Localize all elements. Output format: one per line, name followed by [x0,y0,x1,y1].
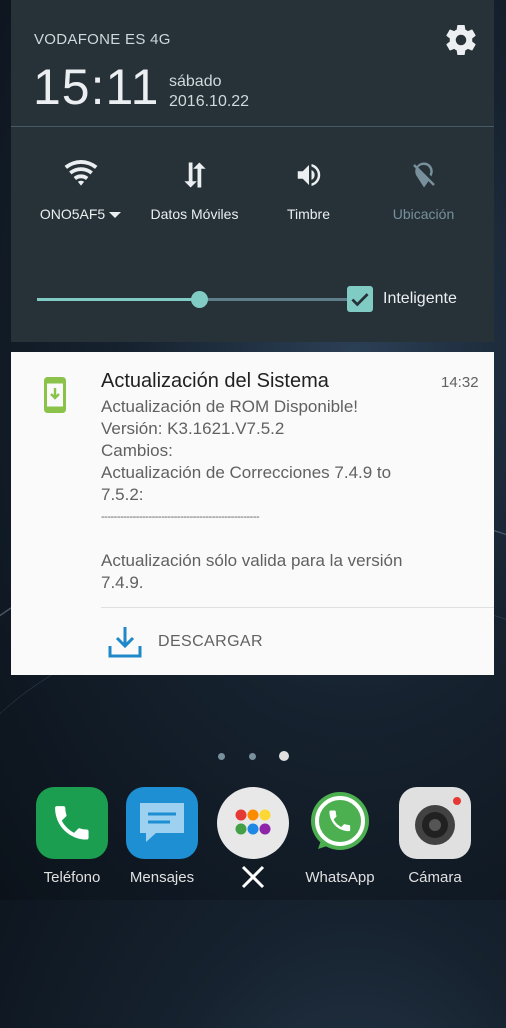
tile-label: ONO5AF5 [23,206,138,222]
brightness-fill [37,298,200,301]
notification-title: Actualización del Sistema [101,370,329,392]
notification-line: Cambios: [101,441,173,460]
tile-wifi[interactable]: ONO5AF5 [23,160,138,222]
page-indicator [218,751,298,761]
notification-line: 7.5.2: [101,485,144,504]
system-update-icon [44,377,66,413]
location-off-icon [412,162,435,188]
download-button[interactable]: DESCARGAR [158,633,263,651]
messages-icon [126,787,198,859]
notification-card[interactable]: Actualización del Sistema 14:32 Actualiz… [11,352,494,675]
tile-location-label: Ubicación [392,206,455,222]
tile-sound-label: Timbre [286,206,331,222]
dock-whatsapp[interactable]: WhatsApp [300,787,380,886]
notification-line: Actualización de Correcciones 7.4.9 to [101,463,392,482]
tile-location[interactable]: Ubicación [366,160,481,222]
notification-divider [101,607,494,608]
close-icon[interactable] [240,864,266,890]
phone-icon [36,787,108,859]
tile-sound[interactable]: Timbre [251,160,366,222]
panel-divider [11,126,494,127]
dock-phone-label: Teléfono [43,869,101,886]
carrier-label: VODAFONE ES 4G [34,31,171,48]
notification-body: Actualización de ROM Disponible! Versión… [101,396,471,594]
dock-camera[interactable]: Cámara [395,787,475,886]
download-icon[interactable] [107,624,143,660]
dock-whatsapp-label: WhatsApp [305,869,375,886]
date-block[interactable]: sábado 2016.10.22 [169,72,249,112]
tile-wifi-label: ONO5AF5 [39,206,106,222]
notification-line: 7.4.9. [101,573,144,592]
notification-line: ----------------------------------------… [101,511,260,523]
date-day: sábado [169,73,222,90]
check-icon [351,293,369,307]
dock-phone[interactable]: Teléfono [32,787,112,886]
brightness-thumb[interactable] [191,291,209,308]
notification-line: Versión: K3.1621.V7.5.2 [101,419,285,438]
dock-messages[interactable]: Mensajes [122,787,202,886]
clock-time[interactable]: 15:11 [33,58,159,116]
notification-line: Actualización de ROM Disponible! [101,397,359,416]
dock-messages-label: Mensajes [129,869,195,886]
notification-time: 14:32 [441,374,479,391]
notification-line [101,528,471,550]
brightness-slider[interactable] [37,291,355,308]
wifi-icon [64,160,97,186]
dock-camera-label: Cámara [408,869,462,886]
page-dot[interactable] [218,753,225,760]
page-dot-active[interactable] [279,751,289,761]
page-dot[interactable] [249,753,256,760]
mobile-data-icon [183,162,206,188]
auto-brightness-label: Inteligente [383,290,457,307]
quick-settings-panel: VODAFONE ES 4G 15:11 sábado 2016.10.22 O… [11,0,494,342]
auto-brightness-checkbox[interactable] [347,286,373,312]
chevron-down-icon[interactable] [109,212,122,219]
camera-icon [399,787,471,859]
whatsapp-icon [304,787,376,859]
notification-line: Actualización sólo valida para la versió… [101,551,403,570]
dock-apps[interactable] [213,787,293,859]
apps-icon [217,787,289,859]
date-value: 2016.10.22 [169,93,250,110]
volume-icon [297,164,320,186]
gear-icon[interactable] [443,22,479,58]
tile-mobile-data[interactable]: Datos Móviles [137,160,252,222]
tile-mobile-data-label: Datos Móviles [150,206,239,222]
